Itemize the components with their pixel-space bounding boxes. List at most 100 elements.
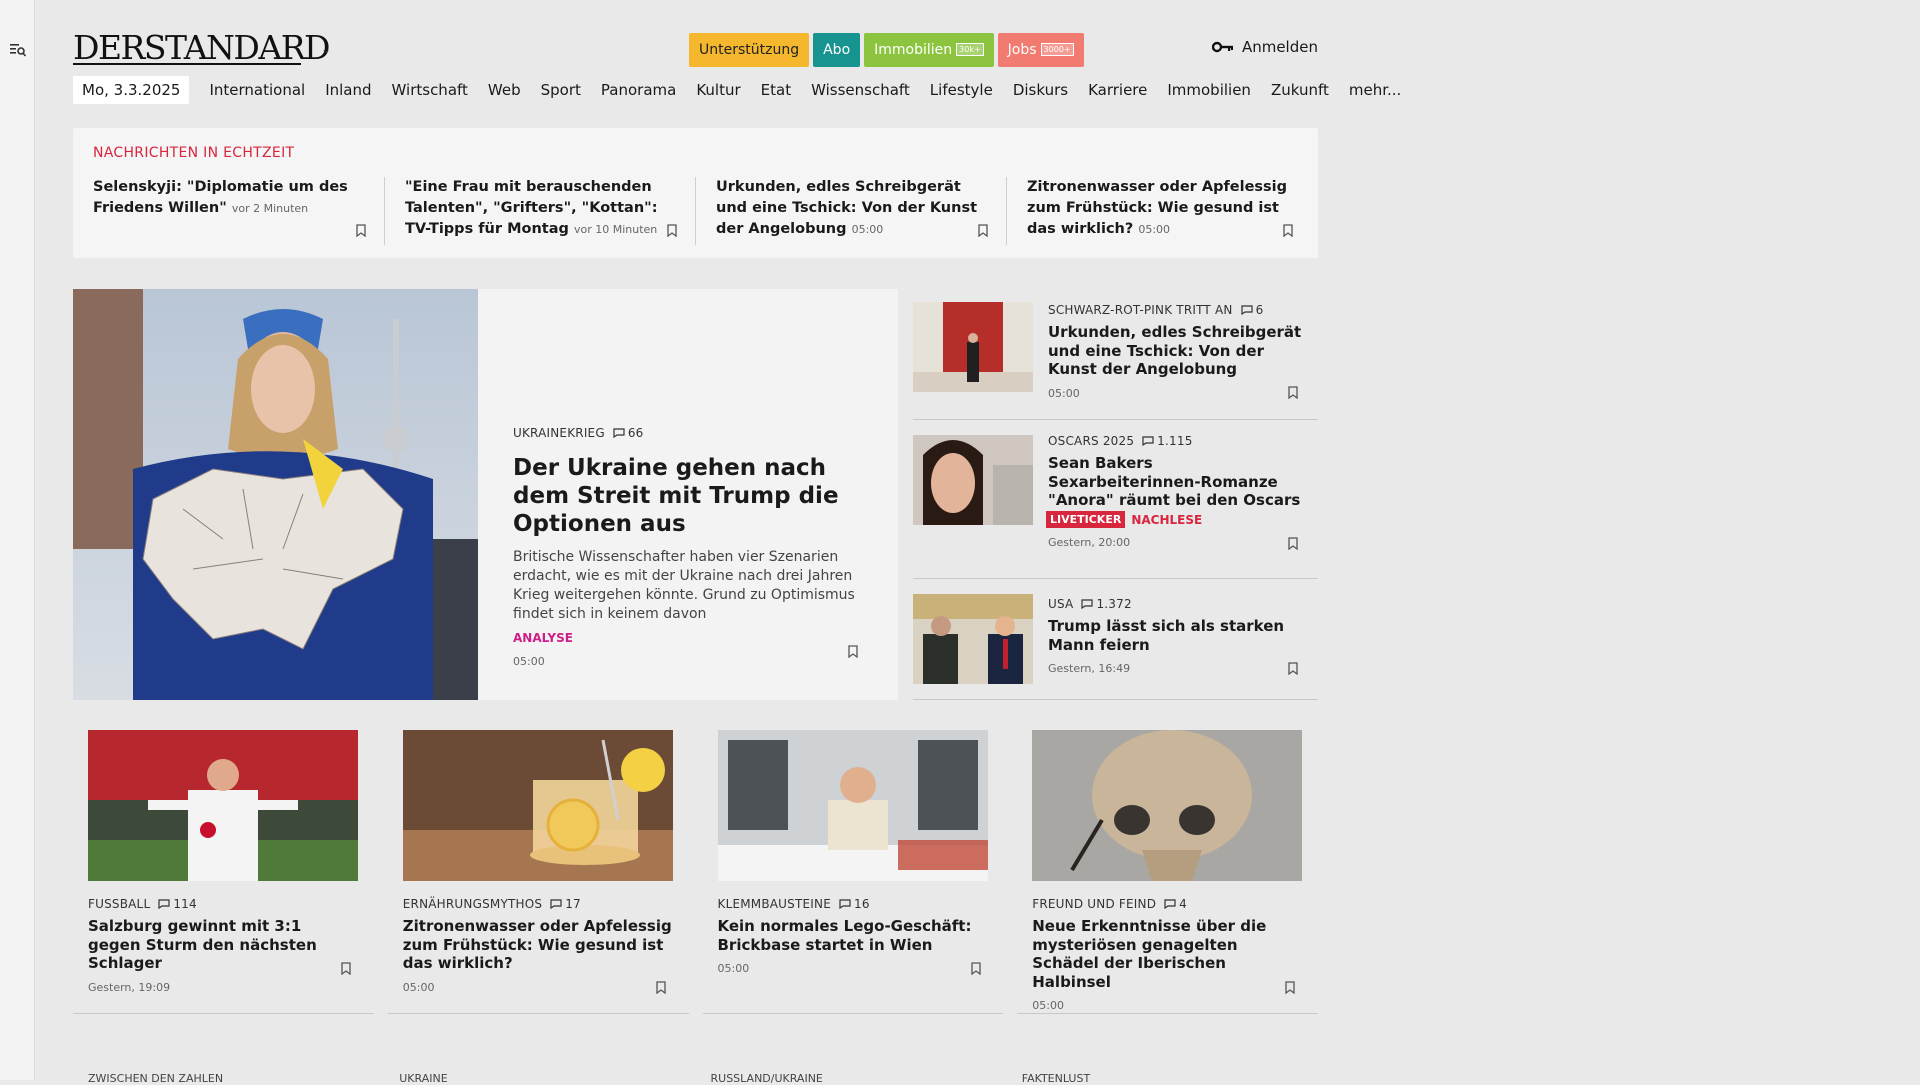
bookmark-icon[interactable]	[1283, 224, 1293, 237]
ticker-time: 05:00	[851, 223, 884, 236]
nav-item-diskurs[interactable]: Diskurs	[1003, 76, 1078, 104]
nav-item-more[interactable]: mehr...	[1339, 76, 1411, 104]
nav-item-inland[interactable]: Inland	[315, 76, 381, 104]
ticker-item[interactable]: Selenskyji: "Diplomatie um des Friedens …	[73, 177, 384, 245]
comment-icon	[613, 428, 625, 438]
comment-count[interactable]: 17	[550, 897, 581, 911]
ticker-item[interactable]: "Eine Frau mit berauschenden Talenten", …	[384, 177, 695, 245]
abo-button[interactable]: Abo	[813, 33, 861, 67]
bookmark-icon[interactable]	[1288, 386, 1298, 399]
comment-count[interactable]: 66	[613, 426, 644, 440]
ticker-item[interactable]: Zitronenwasser oder Apfelessig zum Frühs…	[1006, 177, 1317, 245]
bookmark-icon[interactable]	[341, 962, 351, 975]
story-kicker[interactable]: RUSSLAND/UKRAINE	[696, 1072, 1007, 1085]
nav-item-immobilien[interactable]: Immobilien	[1157, 76, 1261, 104]
side-story-image[interactable]	[913, 302, 1033, 392]
story-kicker[interactable]: ZWISCHEN DEN ZAHLEN	[73, 1072, 384, 1085]
story-kicker[interactable]: FAKTENLUST	[1007, 1072, 1318, 1085]
nav-item-wissenschaft[interactable]: Wissenschaft	[801, 76, 920, 104]
story-time: 05:00	[1032, 999, 1064, 1012]
bookmark-icon[interactable]	[978, 224, 988, 237]
login-button[interactable]: Anmelden	[1211, 38, 1318, 56]
story-time: Gestern, 20:00	[1048, 536, 1131, 549]
comment-count[interactable]: 6	[1240, 303, 1264, 317]
side-story-image[interactable]	[913, 435, 1033, 525]
grid-story-image[interactable]	[1032, 730, 1303, 881]
ticker-title: NACHRICHTEN IN ECHTZEIT	[93, 145, 295, 161]
liveticker-badge[interactable]: LIVETICKER	[1046, 511, 1126, 528]
menu-search-icon[interactable]	[10, 43, 26, 57]
lead-story-title[interactable]: Der Ukraine gehen nach dem Streit mit Tr…	[513, 454, 863, 538]
bookmark-icon[interactable]	[970, 962, 981, 975]
support-button[interactable]: Unterstützung	[689, 33, 810, 67]
side-story[interactable]: OSCARS 2025 1.115 Sean Bakers Sexarbeite…	[913, 420, 1318, 579]
side-story-title[interactable]: Urkunden, edles Schreibgerät und eine Ts…	[1048, 323, 1310, 379]
comment-count-value: 17	[565, 897, 581, 911]
story-time: 05:00	[402, 980, 435, 994]
story-kicker: USA	[1048, 597, 1074, 611]
story-kicker: ERNÄHRUNGSMYTHOS	[402, 897, 543, 911]
story-kicker: FUSSBALL	[88, 897, 151, 911]
nav-item-lifestyle[interactable]: Lifestyle	[920, 76, 1003, 104]
bookmark-icon[interactable]	[656, 981, 666, 994]
nav-item-web[interactable]: Web	[478, 76, 531, 104]
comment-icon	[1240, 305, 1253, 315]
nav-item-kultur[interactable]: Kultur	[686, 76, 750, 104]
header-pills: Unterstützung Abo Immobilien 30k+ Jobs 300…	[689, 33, 1084, 67]
story-kicker[interactable]: UKRAINE	[384, 1072, 695, 1085]
comment-count[interactable]: 1.372	[1081, 597, 1132, 611]
comment-count-value: 1.115	[1157, 434, 1193, 448]
immobilien-button[interactable]: Immobilien 30k+	[864, 33, 994, 67]
grid-story-image[interactable]	[88, 730, 358, 881]
grid-story-image[interactable]	[402, 730, 673, 881]
nachlese-badge[interactable]: NACHLESE	[1131, 513, 1202, 527]
ticker-time: vor 2 Minuten	[231, 202, 309, 215]
nav-item-panorama[interactable]: Panorama	[591, 76, 686, 104]
nav-item-international[interactable]: International	[199, 76, 315, 104]
grid-story[interactable]: KLEMMBAUSTEINE 16 Kein normales Lego-Ges…	[702, 730, 1004, 1014]
bookmark-icon[interactable]	[1288, 662, 1298, 675]
comment-count[interactable]: 114	[158, 897, 197, 911]
bookmark-icon[interactable]	[848, 645, 858, 658]
grid-story-title[interactable]: Salzburg gewinnt mit 3:1 gegen Sturm den…	[88, 917, 358, 973]
story-type-tag: ANALYSE	[513, 631, 573, 645]
chevron-down-icon[interactable]: ⌄	[321, 42, 331, 56]
grid-story-title[interactable]: Neue Erkenntnisse über die mysteriösen g…	[1032, 917, 1302, 991]
comment-count[interactable]: 16	[839, 897, 870, 911]
nav-item-karriere[interactable]: Karriere	[1078, 76, 1157, 104]
bookmark-icon[interactable]	[1288, 537, 1298, 550]
bookmark-icon[interactable]	[667, 224, 677, 237]
nav-item-zukunft[interactable]: Zukunft	[1261, 76, 1339, 104]
side-story[interactable]: USA 1.372 Trump lässt sich als starken M…	[913, 579, 1318, 700]
lead-story-image[interactable]	[73, 289, 478, 700]
comment-count[interactable]: 1.115	[1142, 434, 1192, 448]
next-row-kickers: ZWISCHEN DEN ZAHLEN UKRAINE RUSSLAND/UKR…	[73, 1072, 1318, 1085]
grid-story-title[interactable]: Zitronenwasser oder Apfelessig zum Frühs…	[403, 917, 673, 973]
story-kicker: FREUND UND FEIND	[1032, 897, 1157, 911]
login-label: Anmelden	[1241, 38, 1318, 56]
live-news-ticker: NACHRICHTEN IN ECHTZEIT Selenskyji: "Dip…	[73, 128, 1318, 258]
side-story[interactable]: SCHWARZ-ROT-PINK TRITT AN 6 Urkunden, ed…	[913, 289, 1318, 420]
side-story-list: SCHWARZ-ROT-PINK TRITT AN 6 Urkunden, ed…	[913, 289, 1318, 700]
story-kicker: KLEMMBAUSTEINE	[717, 897, 831, 911]
grid-story-image[interactable]	[717, 730, 988, 881]
comment-count[interactable]: 4	[1164, 897, 1187, 911]
lead-story[interactable]: UKRAINEKRIEG 66 Der Ukraine gehen nach d…	[73, 289, 898, 700]
nav-item-sport[interactable]: Sport	[531, 76, 591, 104]
story-grid: FUSSBALL 114 Salzburg gewinnt mit 3:1 ge…	[73, 730, 1318, 1014]
ticker-item[interactable]: Urkunden, edles Schreibgerät und eine Ts…	[695, 177, 1006, 245]
nav-item-etat[interactable]: Etat	[751, 76, 801, 104]
side-story-image[interactable]	[913, 594, 1033, 684]
bookmark-icon[interactable]	[356, 224, 366, 237]
grid-story[interactable]: FUSSBALL 114 Salzburg gewinnt mit 3:1 ge…	[73, 730, 374, 1014]
bookmark-icon[interactable]	[1285, 981, 1295, 994]
comment-icon	[1142, 436, 1154, 446]
grid-story-title[interactable]: Kein normales Lego-Geschäft: Brickbase s…	[718, 917, 988, 954]
nav-item-wirtschaft[interactable]: Wirtschaft	[382, 76, 478, 104]
grid-story[interactable]: ERNÄHRUNGSMYTHOS 17 Zitronenwasser oder …	[387, 730, 689, 1014]
jobs-button[interactable]: Jobs 3000+	[997, 33, 1084, 67]
comment-count-value: 16	[854, 897, 870, 911]
grid-story[interactable]: FREUND UND FEIND 4 Neue Erkenntnisse übe…	[1017, 730, 1318, 1014]
site-logo[interactable]: DERSTANDARD	[73, 28, 331, 68]
side-story-title[interactable]: Trump lässt sich als starken Mann feiern	[1048, 617, 1310, 654]
